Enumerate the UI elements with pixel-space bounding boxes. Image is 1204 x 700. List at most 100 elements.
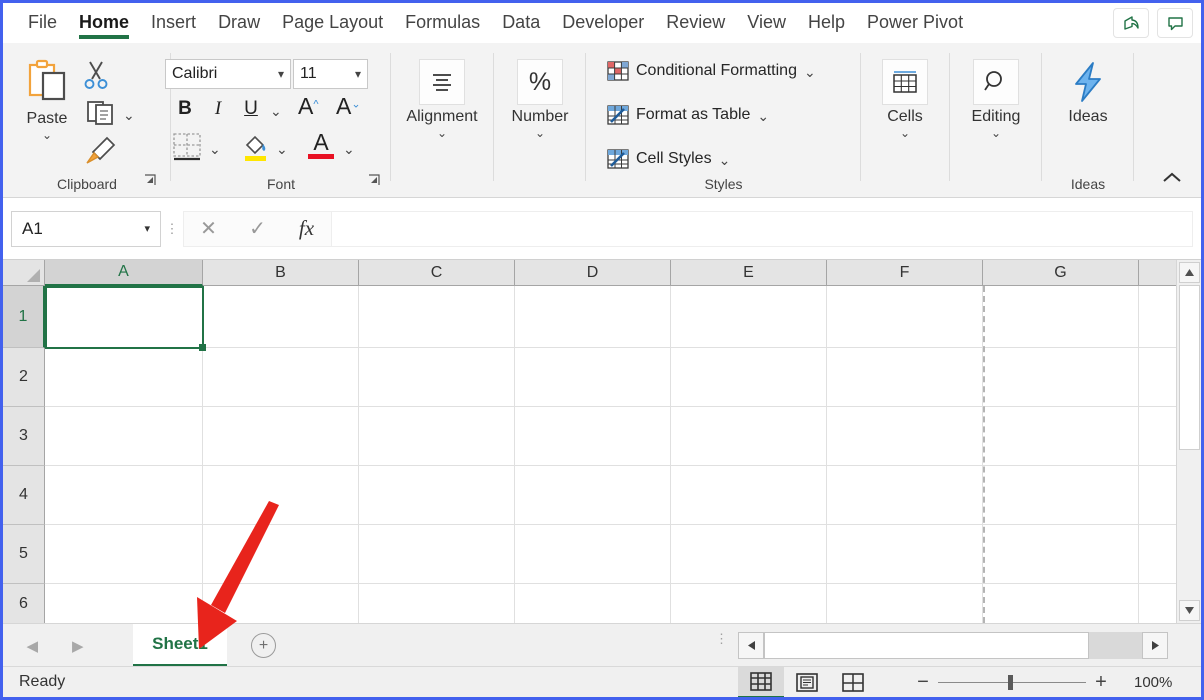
cell-h1[interactable] [1139, 286, 1176, 348]
select-all-button[interactable] [3, 260, 45, 286]
row-header-2[interactable]: 2 [3, 348, 45, 407]
page-break-preview-button[interactable] [830, 667, 876, 697]
column-header-d[interactable]: D [515, 260, 671, 286]
insert-function-button[interactable]: fx [282, 216, 331, 241]
cell-h4[interactable] [1139, 466, 1176, 525]
horizontal-scrollbar[interactable] [738, 632, 1168, 659]
paste-button[interactable]: Paste ⌄ [15, 57, 79, 141]
column-header-a[interactable]: A [45, 260, 203, 286]
fill-color-button[interactable] [241, 131, 271, 169]
chevron-down-icon[interactable]: ▾ [144, 222, 150, 235]
column-header-e[interactable]: E [671, 260, 827, 286]
cell-g4[interactable] [983, 466, 1139, 525]
chevron-down-icon[interactable]: ▾ [278, 67, 284, 81]
sheet-prev-button[interactable]: ◀ [26, 637, 38, 655]
cell-g2[interactable] [983, 348, 1139, 407]
cell-f6[interactable] [827, 584, 983, 623]
row-header-4[interactable]: 4 [3, 466, 45, 525]
clipboard-dialog-launcher[interactable] [144, 174, 157, 190]
row-header-1[interactable]: 1 [3, 286, 45, 348]
ribbon-tab-developer[interactable]: Developer [551, 9, 655, 38]
cell-b2[interactable] [203, 348, 359, 407]
name-box[interactable]: A1 ▾ [11, 210, 161, 247]
cell-c3[interactable] [359, 407, 515, 466]
borders-button[interactable] [171, 131, 203, 168]
cell-c4[interactable] [359, 466, 515, 525]
fill-color-chevron-icon[interactable]: ⌄ [276, 142, 288, 156]
cell-e2[interactable] [671, 348, 827, 407]
cell-e5[interactable] [671, 525, 827, 584]
font-color-button[interactable]: A [306, 131, 336, 159]
fill-handle[interactable] [199, 344, 206, 351]
vertical-scrollbar[interactable] [1176, 260, 1201, 623]
cell-c2[interactable] [359, 348, 515, 407]
ideas-button[interactable]: Ideas [1056, 59, 1120, 126]
row-header-6[interactable]: 6 [3, 584, 45, 623]
row-header-3[interactable]: 3 [3, 407, 45, 466]
scroll-down-button[interactable] [1179, 600, 1200, 621]
chevron-down-icon[interactable]: ⌄ [757, 109, 769, 123]
collapse-ribbon-button[interactable] [1161, 169, 1183, 189]
underline-chevron-icon[interactable]: ⌄ [270, 104, 282, 118]
ribbon-tab-help[interactable]: Help [797, 9, 856, 38]
formula-input[interactable] [331, 210, 1193, 247]
tab-split-grip[interactable]: ⋮ [715, 632, 728, 645]
column-header-f[interactable]: F [827, 260, 983, 286]
font-size-combo[interactable]: 11 ▾ [293, 59, 368, 89]
zoom-slider-thumb[interactable] [1008, 675, 1013, 690]
cell-h6[interactable] [1139, 584, 1176, 623]
cell-a2[interactable] [45, 348, 203, 407]
column-header-b[interactable]: B [203, 260, 359, 286]
increase-font-size-button[interactable]: A^ [298, 93, 319, 120]
cell-d6[interactable] [515, 584, 671, 623]
cell-h2[interactable] [1139, 348, 1176, 407]
alignment-chevron-icon[interactable]: ⌄ [437, 127, 447, 139]
ribbon-tab-review[interactable]: Review [655, 9, 736, 38]
font-name-combo[interactable]: Calibri ▾ [165, 59, 291, 89]
cell-b3[interactable] [203, 407, 359, 466]
paste-chevron-icon[interactable]: ⌄ [42, 129, 52, 141]
cell-f5[interactable] [827, 525, 983, 584]
ribbon-tab-home[interactable]: Home [68, 9, 140, 39]
cell-e6[interactable] [671, 584, 827, 623]
editing-chevron-icon[interactable]: ⌄ [991, 127, 1001, 139]
comments-button[interactable] [1157, 8, 1193, 38]
zoom-slider[interactable] [938, 667, 1086, 697]
format-painter-button[interactable] [83, 135, 117, 172]
cell-e1[interactable] [671, 286, 827, 348]
column-header-g[interactable]: G [983, 260, 1139, 286]
cell-d1[interactable] [515, 286, 671, 348]
ribbon-tab-data[interactable]: Data [491, 9, 551, 38]
chevron-down-icon[interactable]: ⌄ [804, 65, 816, 79]
cell-c1[interactable] [359, 286, 515, 348]
normal-view-button[interactable] [738, 667, 784, 697]
cell-d2[interactable] [515, 348, 671, 407]
cell-b5[interactable] [203, 525, 359, 584]
borders-chevron-icon[interactable]: ⌄ [209, 142, 221, 156]
cell-h3[interactable] [1139, 407, 1176, 466]
cell-e3[interactable] [671, 407, 827, 466]
sheet-tab-sheet1[interactable]: Sheet1 [133, 624, 227, 667]
cell-d4[interactable] [515, 466, 671, 525]
ribbon-tab-formulas[interactable]: Formulas [394, 9, 491, 38]
number-button[interactable]: % Number ⌄ [508, 59, 572, 139]
scroll-right-button[interactable] [1142, 632, 1168, 659]
zoom-out-button[interactable]: − [908, 671, 938, 694]
ribbon-tab-file[interactable]: File [17, 9, 68, 38]
page-layout-view-button[interactable] [784, 667, 830, 697]
scroll-up-button[interactable] [1179, 262, 1200, 283]
scroll-left-button[interactable] [738, 632, 764, 659]
column-header-c[interactable]: C [359, 260, 515, 286]
ribbon-tab-page-layout[interactable]: Page Layout [271, 9, 394, 38]
confirm-entry-button[interactable]: ✓ [233, 216, 282, 241]
cell-e4[interactable] [671, 466, 827, 525]
horizontal-scroll-thumb[interactable] [764, 632, 1089, 659]
cell-a1[interactable] [45, 286, 203, 348]
cell-d5[interactable] [515, 525, 671, 584]
cell-c6[interactable] [359, 584, 515, 623]
underline-button[interactable]: U [237, 95, 265, 123]
zoom-level-label[interactable]: 100% [1134, 674, 1172, 691]
cell-b1[interactable] [203, 286, 359, 348]
horizontal-scroll-track[interactable] [764, 632, 1142, 659]
ribbon-tab-power-pivot[interactable]: Power Pivot [856, 9, 974, 38]
